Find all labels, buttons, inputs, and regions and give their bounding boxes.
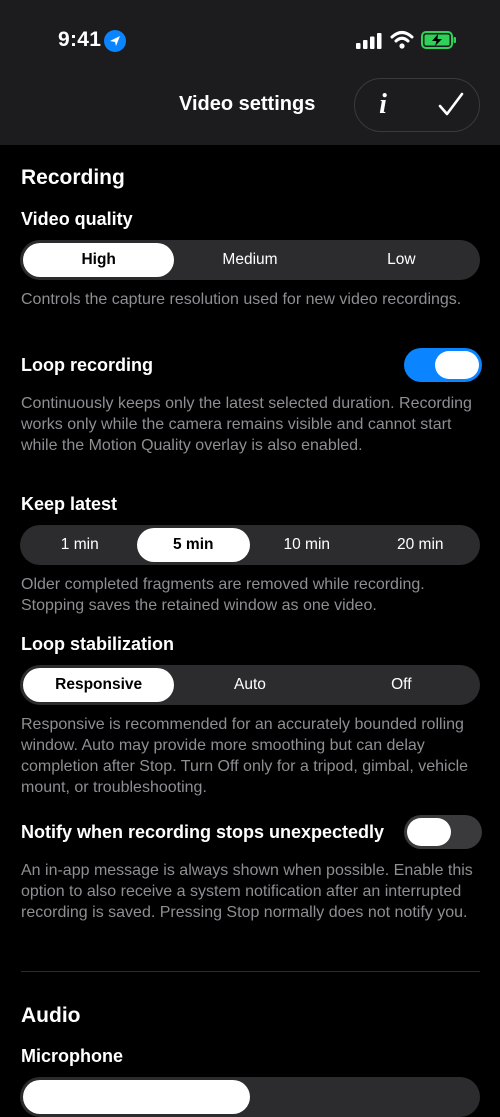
- microphone-option-selected[interactable]: [23, 1080, 250, 1114]
- keep-latest-option-5-min[interactable]: 5 min: [136, 528, 250, 562]
- video-quality-option-low[interactable]: Low: [326, 243, 477, 277]
- done-button[interactable]: [426, 82, 476, 128]
- header: 9:41 Video settings i: [0, 0, 500, 145]
- keep-latest-segmented-control: 1 min 5 min 10 min 20 min: [20, 525, 480, 565]
- video-quality-label: Video quality: [21, 209, 133, 229]
- loop-recording-label: Loop recording: [21, 355, 153, 375]
- loop-stabilization-segmented-control: Responsive Auto Off: [20, 665, 480, 705]
- notify-toggle[interactable]: [404, 815, 482, 849]
- toggle-knob: [407, 818, 451, 846]
- loop-stabilization-option-auto[interactable]: Auto: [174, 668, 325, 702]
- checkmark-icon: [438, 92, 464, 116]
- video-quality-description: Controls the capture resolution used for…: [21, 291, 462, 308]
- microphone-label: Microphone: [21, 1046, 123, 1066]
- video-quality-option-high[interactable]: High: [23, 243, 175, 277]
- keep-latest-description: Older completed fragments are removed wh…: [21, 576, 425, 614]
- loop-recording-toggle[interactable]: [404, 348, 482, 382]
- video-quality-option-medium[interactable]: Medium: [174, 243, 325, 277]
- loop-stabilization-label: Loop stabilization: [21, 634, 174, 654]
- microphone-segmented-control: [20, 1077, 480, 1117]
- notify-description: An in-app message is always shown when p…: [21, 862, 473, 921]
- notify-label: Notify when recording stops unexpectedly: [21, 822, 385, 842]
- location-icon: [104, 30, 126, 52]
- loop-stabilization-option-off[interactable]: Off: [326, 668, 477, 702]
- page-title: Video settings: [179, 93, 316, 115]
- loop-stabilization-description: Responsive is recommended for an accurat…: [21, 716, 469, 796]
- section-divider: [21, 971, 480, 972]
- info-icon: i: [379, 89, 387, 120]
- keep-latest-option-1-min[interactable]: 1 min: [23, 528, 137, 562]
- keep-latest-option-20-min[interactable]: 20 min: [364, 528, 478, 562]
- status-time: 9:41: [58, 28, 102, 51]
- loop-stabilization-option-responsive[interactable]: Responsive: [23, 668, 175, 702]
- keep-latest-label: Keep latest: [21, 494, 118, 514]
- cellular-signal-icon: [356, 33, 382, 49]
- loop-recording-description: Continuously keeps only the latest selec…: [21, 395, 472, 454]
- toggle-knob: [435, 351, 479, 379]
- microphone-option[interactable]: [250, 1080, 477, 1114]
- audio-section-title: Audio: [21, 1004, 81, 1027]
- wifi-icon: [390, 31, 414, 49]
- video-quality-segmented-control: High Medium Low: [20, 240, 480, 280]
- recording-section-title: Recording: [21, 166, 125, 189]
- keep-latest-option-10-min[interactable]: 10 min: [250, 528, 364, 562]
- info-button[interactable]: i: [358, 82, 408, 128]
- battery-charging-icon: [421, 31, 456, 49]
